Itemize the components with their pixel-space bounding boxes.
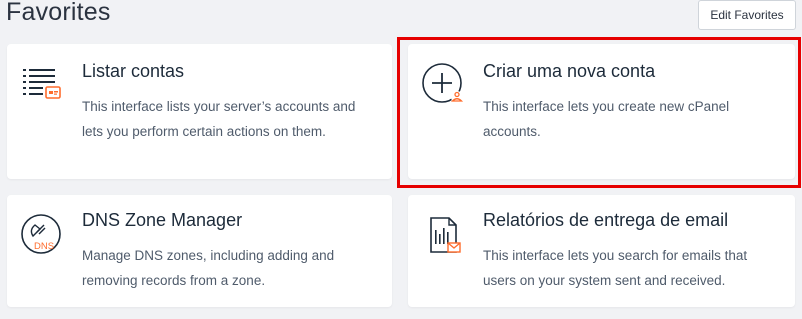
edit-favorites-button[interactable]: Edit Favorites (698, 0, 796, 30)
create-account-icon (420, 61, 466, 107)
favorite-card-dns-zone-manager[interactable]: DNS DNS Zone Manager Manage DNS zones, i… (7, 195, 392, 307)
favorites-page: Favorites Edit Favorites Listar contas T… (0, 0, 802, 319)
favorite-card-email-delivery-reports[interactable]: Relatórios de entrega de email This inte… (408, 195, 795, 307)
list-accounts-icon (19, 61, 65, 107)
card-title: Listar contas (82, 61, 185, 81)
email-delivery-report-icon (420, 212, 466, 258)
card-description: This interface lets you search for email… (483, 248, 748, 288)
card-title: Criar uma nova conta (483, 61, 656, 81)
dns-icon-text: DNS (34, 241, 54, 252)
favorite-card-create-account[interactable]: Criar uma nova conta This interface lets… (408, 44, 795, 179)
card-title: DNS Zone Manager (82, 210, 243, 230)
card-title: Relatórios de entrega de email (483, 210, 729, 230)
card-description: This interface lets you create new cPane… (483, 99, 730, 139)
dns-zone-icon: DNS (19, 212, 65, 258)
card-description: Manage DNS zones, including adding and r… (82, 248, 335, 288)
page-title: Favorites (6, 0, 111, 26)
card-description: This interface lists your server’s accou… (82, 99, 356, 139)
favorite-card-list-accounts[interactable]: Listar contas This interface lists your … (7, 44, 392, 179)
